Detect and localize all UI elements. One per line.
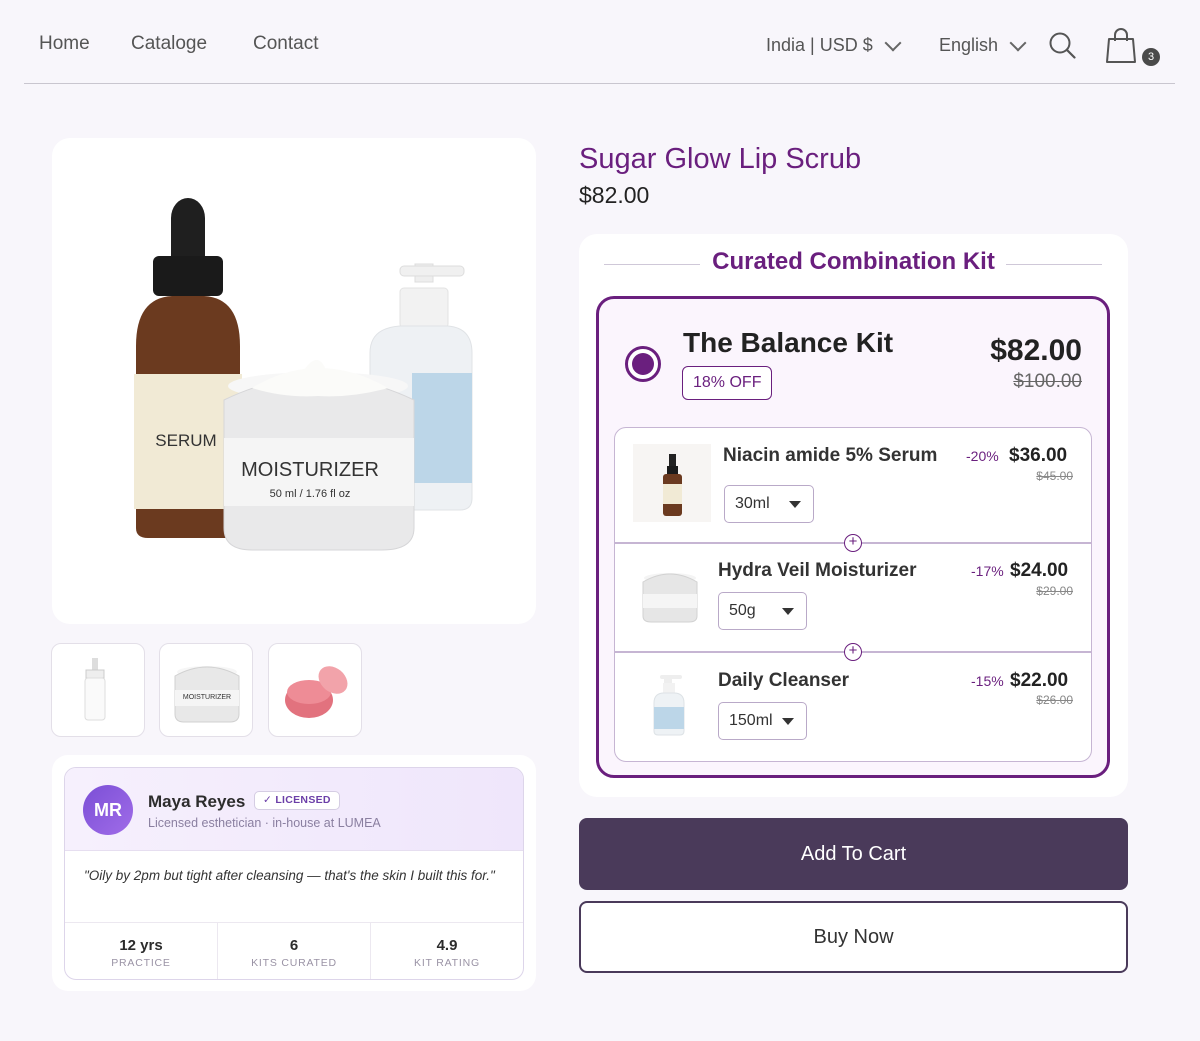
shopping-bag-icon[interactable] — [1104, 26, 1140, 66]
item-old-price: $26.00 — [1036, 693, 1073, 707]
thumbnail-lip-scrub[interactable] — [268, 643, 362, 737]
item-price: $24.00 — [1010, 560, 1069, 581]
language-label: English — [939, 35, 999, 55]
main-product-image: SERUM MOISTURIZER 50 ml / 1.76 fl oz — [52, 138, 536, 624]
serum-label-text: SERUM — [155, 431, 216, 450]
plus-icon: + — [844, 534, 862, 552]
licensed-badge: ✓ LICENSED — [254, 791, 340, 810]
stat-practice: 12 yrs PRACTICE — [65, 923, 218, 979]
plus-icon: + — [844, 643, 862, 661]
expert-card: MR Maya Reyes ✓ LICENSED Licensed esthet… — [64, 767, 524, 980]
nav-contact-link[interactable]: Contact — [253, 33, 318, 55]
add-to-cart-button[interactable]: Add To Cart — [579, 818, 1128, 890]
expert-header: MR Maya Reyes ✓ LICENSED Licensed esthet… — [65, 768, 523, 851]
nav-catalog-link[interactable]: Cataloge — [131, 33, 207, 55]
chevron-down-icon — [884, 34, 902, 51]
stat-kits-curated: 6 KITS CURATED — [218, 923, 371, 979]
item-price: $22.00 — [1010, 670, 1069, 691]
product-title: Sugar Glow Lip Scrub — [579, 143, 862, 175]
avatar: MR — [83, 785, 133, 835]
buy-now-button[interactable]: Buy Now — [579, 901, 1128, 973]
expert-quote: "Oily by 2pm but tight after cleansing —… — [84, 868, 495, 883]
expert-subtitle: Licensed esthetician · in-house at LUMEA — [148, 816, 381, 830]
discount-badge: 18% OFF — [682, 366, 773, 400]
expert-stats: 12 yrs PRACTICE 6 KITS CURATED 4.9 KIT R… — [65, 922, 523, 979]
region-label: India | USD $ — [766, 35, 873, 55]
variant-select-cleanser[interactable]: 150ml — [718, 702, 807, 740]
moisturizer-label-text: MOISTURIZER — [241, 459, 379, 481]
stat-value: 12 yrs — [119, 937, 163, 954]
item-discount: -15% — [971, 673, 1004, 689]
kit-old-price: $100.00 — [1013, 371, 1082, 392]
item-name: Daily Cleanser — [718, 670, 849, 691]
item-image-serum — [633, 444, 711, 522]
moisturizer-size-text: 50 ml / 1.76 fl oz — [270, 488, 351, 500]
dropdown-arrow-icon — [789, 501, 801, 508]
search-icon[interactable] — [1048, 31, 1076, 59]
region-selector[interactable]: India | USD $ — [766, 34, 902, 56]
thumbnail-moisturizer[interactable]: MOISTURIZER — [159, 643, 253, 737]
radio-selected-dot — [632, 353, 654, 375]
item-old-price: $29.00 — [1036, 584, 1073, 598]
item-old-price: $45.00 — [1036, 469, 1073, 483]
stat-value: 6 — [289, 937, 299, 954]
thumb-moisturizer-text: MOISTURIZER — [183, 694, 231, 701]
expert-card-wrapper: MR Maya Reyes ✓ LICENSED Licensed esthet… — [52, 755, 536, 991]
variant-value: 50g — [729, 602, 756, 619]
kit-name: The Balance Kit — [683, 327, 894, 358]
stat-label: KITS CURATED — [251, 957, 337, 969]
kit-price: $82.00 — [990, 334, 1082, 367]
top-nav: Home Cataloge Contact India | USD $ Engl… — [24, 0, 1175, 84]
expert-name: Maya Reyes — [148, 792, 246, 811]
chevron-down-icon — [1009, 34, 1027, 51]
stat-value: 4.9 — [436, 937, 458, 954]
language-selector[interactable]: English — [939, 34, 1027, 56]
item-discount: -20% — [966, 448, 999, 464]
dropdown-arrow-icon — [782, 718, 794, 725]
item-discount: -17% — [971, 563, 1004, 579]
variant-value: 150ml — [729, 712, 773, 729]
stat-kit-rating: 4.9 KIT RATING — [371, 923, 523, 979]
stat-label: PRACTICE — [111, 957, 171, 969]
item-name: Hydra Veil Moisturizer — [718, 560, 917, 581]
cart-count-badge: 3 — [1142, 48, 1160, 66]
product-price: $82.00 — [579, 182, 650, 208]
kit-heading: Curated Combination Kit — [712, 248, 995, 275]
nav-home-link[interactable]: Home — [39, 33, 90, 55]
item-image-moisturizer — [631, 558, 709, 636]
variant-select-moisturizer[interactable]: 50g — [718, 592, 807, 630]
stat-label: KIT RATING — [414, 957, 480, 969]
dropdown-arrow-icon — [782, 608, 794, 615]
thumbnail-serum[interactable] — [51, 643, 145, 737]
item-price: $36.00 — [1009, 445, 1068, 466]
item-image-cleanser — [630, 667, 708, 745]
item-name: Niacin amide 5% Serum — [723, 445, 938, 466]
variant-select-serum[interactable]: 30ml — [724, 485, 814, 523]
variant-value: 30ml — [735, 495, 770, 512]
